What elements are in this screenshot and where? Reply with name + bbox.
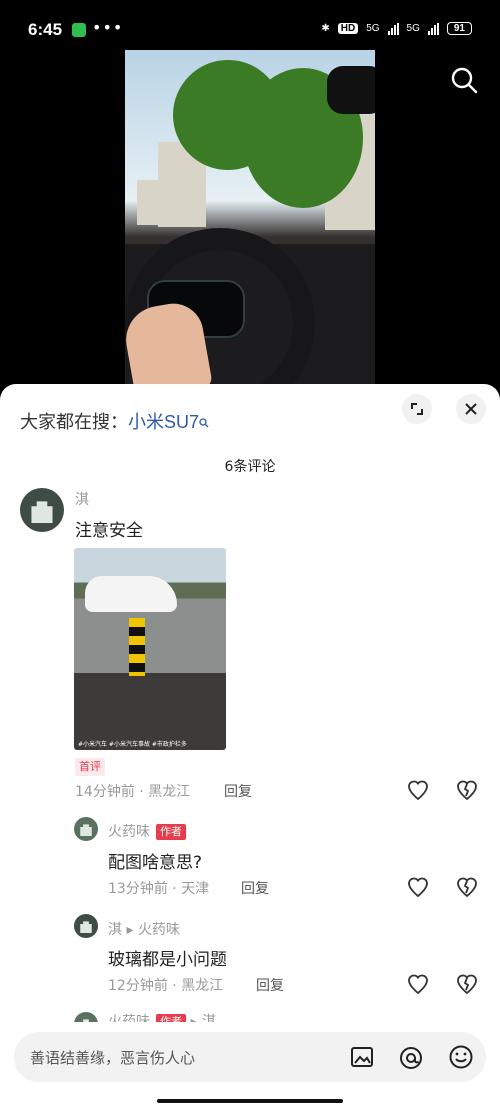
emoji-icon[interactable] [448, 1044, 474, 1070]
reply-to-username[interactable]: 火药味 [138, 922, 180, 938]
mention-icon[interactable] [398, 1045, 424, 1071]
dislike-icon[interactable] [455, 778, 479, 802]
comment-text: 配图啥意思? [108, 853, 203, 873]
comment-meta: 13分钟前 · 天津 [108, 881, 210, 897]
like-icon[interactable] [406, 875, 430, 899]
trending-search[interactable]: 大家都在搜：小米SU7 [20, 408, 209, 434]
partial-comment-row: 火药味 作者 ▸ 淇 [74, 1010, 474, 1022]
search-small-icon [199, 418, 209, 428]
comment-text: 玻璃都是小问题 [108, 950, 227, 970]
image-icon[interactable] [350, 1045, 374, 1069]
comment-username[interactable]: 淇 [108, 922, 122, 938]
comment-time: 14分钟前 [75, 784, 135, 800]
author-badge: 作者 [156, 824, 186, 840]
reply-button[interactable]: 回复 [224, 781, 252, 801]
avatar[interactable] [74, 1012, 98, 1022]
comment-location: 黑龙江 [181, 978, 224, 994]
network-5g-label-1: 5G [366, 23, 380, 34]
comment-username-row: 淇 ▸ 火药味 [108, 922, 180, 938]
expand-button[interactable] [402, 394, 432, 424]
comment-input-bar[interactable]: 善语结善缘，恶言伤人心 [14, 1032, 486, 1082]
expand-icon [411, 403, 423, 415]
comments-sheet: 大家都在搜：小米SU7 6条评论 淇 注意安全 #小米汽车 #小米汽车事故 #市… [0, 384, 500, 1111]
signal-icon-2 [427, 22, 439, 35]
close-button[interactable] [456, 394, 486, 424]
image-caption: #小米汽车 #小米汽车事故 #市政护栏多 [78, 741, 187, 748]
video-frame[interactable] [125, 50, 375, 384]
comment-username[interactable]: 火药味 [108, 1014, 150, 1022]
reply-button[interactable]: 回复 [256, 975, 284, 995]
bluetooth-icon: ✱ [321, 23, 330, 34]
comment-username-row: 火药味 作者 ▸ 淇 [108, 1011, 216, 1022]
avatar[interactable] [20, 488, 64, 532]
status-time: 6:45 [28, 20, 63, 39]
messaging-app-icon [72, 23, 86, 37]
comment-text: 注意安全 [75, 521, 143, 541]
comment-username[interactable]: 火药味 [108, 824, 150, 840]
video-player[interactable] [0, 50, 500, 390]
like-icon[interactable] [406, 778, 430, 802]
reply-to-username[interactable]: 淇 [202, 1014, 216, 1022]
close-icon [465, 403, 477, 415]
rearview-mirror-image [327, 66, 375, 114]
avatar[interactable] [74, 914, 98, 938]
barrier-image [129, 618, 145, 676]
like-icon[interactable] [406, 972, 430, 996]
comment-username-row: 火药味 作者 [108, 821, 186, 841]
comment-count: 6条评论 [224, 459, 276, 475]
trending-term-link[interactable]: 小米SU7 [128, 412, 199, 432]
battery-indicator: 91 [446, 22, 472, 35]
comment-time: 13分钟前 [108, 881, 168, 897]
comment-meta: 14分钟前 · 黑龙江 [75, 784, 191, 800]
comment-time: 12分钟前 [108, 978, 168, 994]
comment-image[interactable]: #小米汽车 #小米汽车事故 #市政护栏多 [74, 548, 226, 750]
more-notifications-icon: ••• [92, 18, 124, 37]
comment-meta: 12分钟前 · 黑龙江 [108, 978, 224, 994]
status-indicators: ✱ HD 5G 5G 91 [321, 22, 472, 35]
network-5g-label-2: 5G [406, 23, 420, 34]
trending-prefix: 大家都在搜： [20, 412, 128, 433]
avatar[interactable] [74, 817, 98, 841]
car-image [85, 576, 177, 612]
comment-input-placeholder[interactable]: 善语结善缘，恶言伤人心 [30, 1047, 195, 1068]
reply-button[interactable]: 回复 [241, 878, 269, 898]
home-indicator[interactable] [157, 1099, 343, 1103]
status-bar: 6:45 ••• ✱ HD 5G 5G 91 [0, 0, 500, 50]
dislike-icon[interactable] [455, 875, 479, 899]
dislike-icon[interactable] [455, 972, 479, 996]
comment-username[interactable]: 淇 [75, 489, 89, 509]
first-comment-badge: 首评 [75, 758, 105, 776]
comment-location: 天津 [181, 881, 210, 897]
comment-location: 黑龙江 [148, 784, 191, 800]
search-icon[interactable] [450, 66, 478, 94]
hd-network-badge: HD [337, 23, 359, 34]
signal-icon-1 [387, 22, 399, 35]
author-badge: 作者 [156, 1014, 186, 1022]
